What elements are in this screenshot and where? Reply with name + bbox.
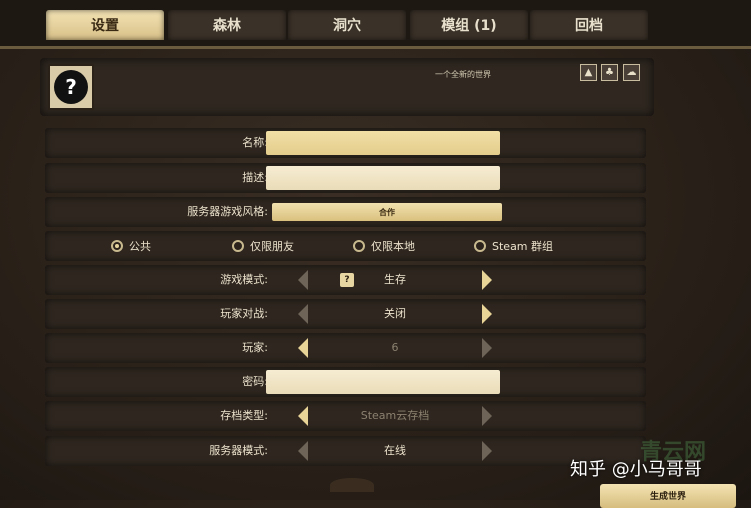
server-mode-label: 服务器模式: (209, 444, 268, 457)
save-type-prev-arrow-icon[interactable] (296, 404, 310, 428)
password-label: 密码: (242, 375, 268, 388)
server-mode-value: 在线 (384, 444, 406, 457)
radio-local-only[interactable]: 仅限本地 (353, 231, 415, 261)
radio-friends-only-label: 仅限朋友 (250, 240, 294, 253)
players-prev-arrow-icon[interactable] (296, 336, 310, 360)
game-mode-next-arrow-icon[interactable] (480, 268, 494, 292)
game-mode-value: 生存 (384, 273, 406, 286)
description-label: 描述: (242, 171, 268, 184)
game-mode-label: 游戏模式: (220, 273, 268, 286)
style-row: 服务器游戏风格: 合作 (45, 197, 646, 227)
players-label: 玩家: (242, 341, 268, 354)
world-card: ? 一个全新的世界 ▲ ♣ ☁ (40, 58, 654, 116)
radio-steam-group[interactable]: Steam 群组 (474, 231, 553, 261)
game-mode-prev-arrow-icon[interactable] (296, 268, 310, 292)
name-field[interactable] (266, 131, 500, 155)
game-mode-row: 游戏模式: ? 生存 (45, 265, 646, 295)
players-value: 6 (391, 341, 399, 354)
pvp-row: 玩家对战: 关闭 (45, 299, 646, 329)
bottom-ornament (330, 478, 374, 492)
radio-steam-group-label: Steam 群组 (492, 240, 554, 253)
description-field[interactable] (266, 166, 500, 190)
tab-caves[interactable]: 洞穴 (288, 10, 406, 40)
tab-forest[interactable]: 森林 (168, 10, 286, 40)
radio-public-label: 公共 (129, 240, 151, 253)
server-mode-prev-arrow-icon[interactable] (296, 439, 310, 463)
pvp-next-arrow-icon[interactable] (480, 302, 494, 326)
world-name: 一个全新的世界 (435, 70, 491, 79)
server-mode-next-arrow-icon[interactable] (480, 439, 494, 463)
style-label: 服务器游戏风格: (187, 205, 268, 218)
cloud-icon: ☁ (623, 64, 640, 81)
zhihu-watermark: 知乎 @小马哥哥 (570, 459, 702, 480)
radio-public[interactable]: 公共 (111, 231, 151, 261)
forest-icon: ▲ (580, 64, 597, 81)
tab-rollback[interactable]: 回档 (530, 10, 648, 40)
radio-icon (474, 240, 486, 252)
radio-icon (353, 240, 365, 252)
style-dropdown[interactable]: 合作 (272, 203, 502, 221)
save-type-next-arrow-icon[interactable] (480, 404, 494, 428)
radio-local-only-label: 仅限本地 (371, 240, 415, 253)
password-field[interactable] (266, 370, 500, 394)
players-next-arrow-icon[interactable] (480, 336, 494, 360)
name-label: 名称: (242, 136, 268, 149)
players-row: 玩家: 6 (45, 333, 646, 363)
question-mark-portrait-icon[interactable]: ? (48, 64, 94, 110)
pvp-prev-arrow-icon[interactable] (296, 302, 310, 326)
tab-settings[interactable]: 设置 (46, 10, 164, 40)
save-type-row: 存档类型: Steam云存档 (45, 401, 646, 431)
tab-bar: 设置 森林 洞穴 模组 (1) 回档 (0, 0, 751, 49)
privacy-row: 公共 仅限朋友 仅限本地 Steam 群组 (45, 231, 646, 261)
name-row: 名称: (45, 128, 646, 158)
generate-world-button[interactable]: 生成世界 (600, 484, 736, 508)
grass-icon: ♣ (601, 64, 618, 81)
pvp-value: 关闭 (384, 307, 406, 320)
radio-friends-only[interactable]: 仅限朋友 (232, 231, 294, 261)
tab-mods[interactable]: 模组 (1) (410, 10, 528, 40)
save-type-label: 存档类型: (220, 409, 268, 422)
pvp-label: 玩家对战: (220, 307, 268, 320)
radio-selected-icon (111, 240, 123, 252)
description-row: 描述: (45, 163, 646, 193)
server-mode-row: 服务器模式: 在线 (45, 436, 646, 466)
password-row: 密码: (45, 367, 646, 397)
radio-icon (232, 240, 244, 252)
save-type-value: Steam云存档 (360, 409, 430, 422)
